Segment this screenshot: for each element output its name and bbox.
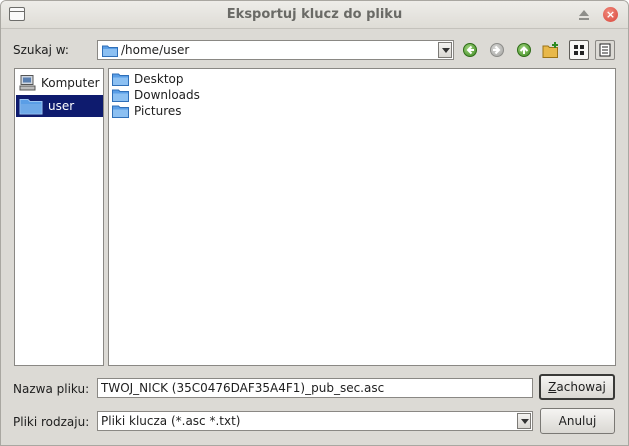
file-name: Downloads: [134, 88, 200, 102]
new-folder-icon: [542, 42, 560, 62]
folder-icon: [112, 104, 129, 121]
chevron-down-icon[interactable]: [517, 413, 531, 429]
title-bar[interactable]: Eksportuj klucz do pliku ×: [1, 1, 628, 29]
grid-view-icon: [570, 45, 588, 62]
new-folder-button[interactable]: [542, 41, 560, 59]
list-item[interactable]: Downloads: [112, 87, 222, 103]
parent-directory-button[interactable]: [515, 41, 533, 59]
lookin-label: Szukaj w:: [13, 43, 69, 57]
save-label: achowaj: [556, 380, 606, 394]
chevron-down-icon[interactable]: [438, 42, 452, 58]
sidebar-item-label: user: [48, 99, 75, 113]
back-button[interactable]: [461, 41, 479, 59]
filetype-combo[interactable]: Pliki klucza (*.asc *.txt): [97, 411, 533, 431]
filename-input[interactable]: [98, 379, 532, 397]
up-arrow-icon: [517, 43, 531, 57]
file-dialog-window: Eksportuj klucz do pliku × Szukaj w: /ho…: [0, 0, 629, 446]
file-name: Pictures: [134, 104, 182, 118]
back-arrow-icon: [463, 43, 477, 57]
folder-icon: [19, 97, 43, 118]
filetype-value: Pliki klucza (*.asc *.txt): [101, 414, 241, 428]
file-name: Desktop: [134, 72, 184, 86]
filetype-label: Pliki rodzaju:: [13, 415, 90, 429]
places-sidebar: Komputer user: [14, 68, 104, 366]
cancel-button[interactable]: Anuluj: [540, 408, 615, 434]
lookin-path: /home/user: [121, 43, 190, 57]
lookin-combo[interactable]: /home/user: [97, 40, 454, 60]
window-title: Eksportuj klucz do pliku: [226, 7, 403, 22]
sidebar-item-computer[interactable]: Komputer: [16, 72, 103, 94]
list-item[interactable]: Desktop: [112, 71, 222, 87]
folder-icon: [102, 44, 118, 60]
file-list: Desktop Downloads Pictures: [108, 68, 616, 366]
forward-button[interactable]: [488, 41, 506, 59]
filename-field[interactable]: [97, 378, 533, 398]
forward-arrow-icon: [490, 43, 504, 57]
save-button[interactable]: Zachowaj: [539, 374, 615, 400]
detail-view-button[interactable]: [595, 40, 615, 60]
sidebar-item-label: Komputer: [41, 76, 100, 90]
close-icon[interactable]: ×: [603, 7, 618, 22]
list-item[interactable]: Pictures: [112, 103, 222, 119]
icon-view-button[interactable]: [569, 40, 589, 60]
sidebar-item-user[interactable]: user: [16, 95, 103, 117]
filename-label: Nazwa pliku:: [13, 382, 90, 396]
list-view-icon: [596, 43, 614, 62]
computer-icon: [19, 74, 37, 95]
shade-icon[interactable]: [579, 10, 589, 20]
